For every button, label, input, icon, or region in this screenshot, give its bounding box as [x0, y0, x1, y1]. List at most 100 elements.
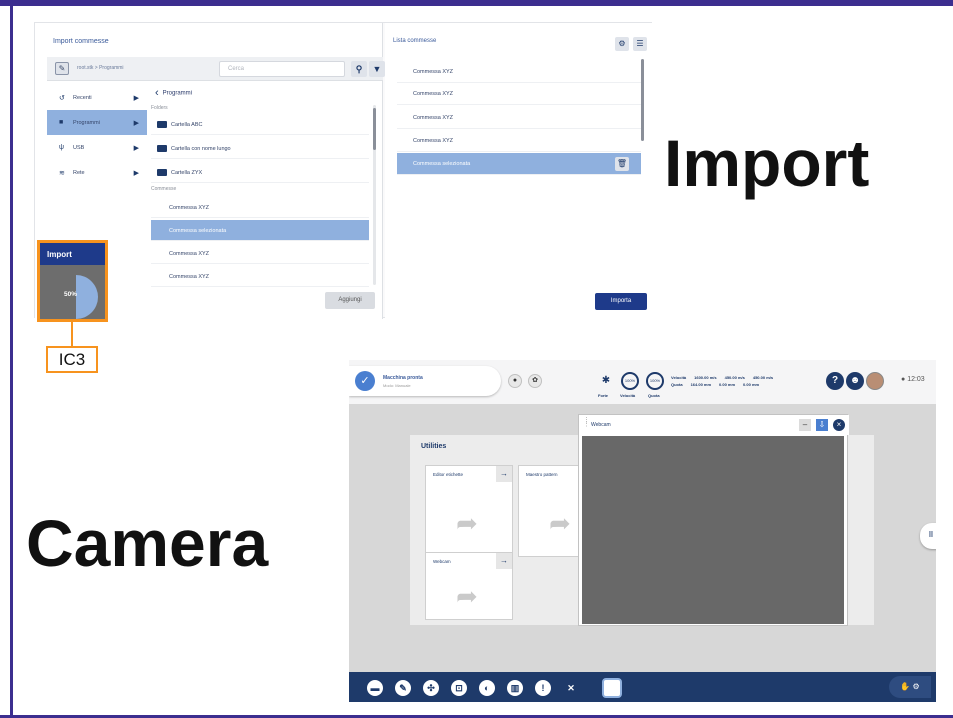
current-folder-label: Programmi [162, 90, 193, 97]
chevron-right-icon: ▶ [133, 170, 139, 177]
speed-gauge[interactable]: 100% [621, 372, 639, 390]
height-gauge[interactable]: 100% [646, 372, 664, 390]
webcam-header[interactable]: ⋮ ⋮ Webcam – ⇩ × [579, 415, 849, 435]
fan-icon[interactable]: ✱ [597, 372, 615, 390]
alert-icon[interactable]: ! [535, 680, 551, 696]
bottom-toolbar: ▬ ✎ ✣ ⊡ ◐ ▥ ! ✕ ✋ ⚙ [349, 672, 936, 702]
import-button[interactable]: Importa [595, 293, 647, 310]
webcam-feed [582, 436, 844, 624]
tile-label: Editor etichette [433, 472, 464, 477]
breadcrumb[interactable]: root.stk > Programmi [77, 65, 124, 71]
job-list-scrollbar[interactable] [641, 59, 644, 141]
nav-item-recenti[interactable]: ↺ Recenti ▶ [47, 85, 147, 110]
stat-label: Quota [671, 382, 683, 387]
source-nav: ↺ Recenti ▶ ■ Programmi ▶ ψ USB ▶ ≋ Rete… [47, 85, 147, 185]
drag-handle-icon[interactable]: ⋮ ⋮ [583, 417, 590, 428]
folder-list-scrollbar[interactable] [373, 108, 376, 150]
devices-icon[interactable]: ⊡ [451, 680, 467, 696]
stat-value: 164.00 mm [690, 382, 712, 387]
edit-icon[interactable]: ✎ [395, 680, 411, 696]
wrench-icon[interactable]: ✕ [563, 680, 579, 696]
search-icon[interactable]: ⚲ [351, 61, 367, 77]
import-screenshot: Import commesse ✎ root.stk > Programmi C… [34, 22, 653, 319]
list-item[interactable]: Commessa XYZ [397, 61, 641, 83]
arrow-right-icon[interactable]: → [496, 466, 512, 482]
folder-icon [157, 121, 167, 128]
chevron-right-icon: ▶ [133, 120, 139, 127]
job-row[interactable]: Commessa XYZ [151, 266, 369, 287]
folder-icon [157, 169, 167, 176]
stat-value: 1600.00 m/s [694, 375, 717, 380]
tile-webcam[interactable]: Webcam → ➦ [425, 552, 513, 620]
history-icon: ↺ [59, 95, 65, 102]
folder-label: Cartella ZYX [171, 170, 203, 176]
folder-icon [157, 145, 167, 152]
add-button[interactable]: Aggiungi [325, 292, 375, 309]
folder-row[interactable]: Cartella ZYX [151, 163, 369, 183]
callout-connector [71, 322, 73, 346]
palette-icon[interactable]: ✿ [528, 374, 542, 388]
tile-label: Maestro pattern [526, 472, 558, 477]
list-item[interactable]: Commessa XYZ [397, 130, 641, 152]
popup-title: Import [40, 243, 105, 265]
side-menu-button[interactable]: ⠿ [920, 523, 936, 549]
nav-item-usb[interactable]: ψ USB ▶ [47, 135, 147, 160]
machine-status[interactable]: ✓ Macchina pronta Modo: Manuale [349, 366, 501, 396]
operator-icon[interactable]: ☻ [846, 372, 864, 390]
list-item-selected[interactable]: Commessa selezionata [397, 153, 641, 175]
gauge-label: Velocità [620, 393, 636, 398]
back-button[interactable]: ‹ Programmi [155, 87, 192, 99]
gesture-settings-icon[interactable]: ✋ ⚙ [889, 676, 931, 698]
stat-value: 450.00 m/s [724, 375, 745, 380]
camera-screenshot: ✓ Macchina pronta Modo: Manuale ● ✿ ✱ Fo… [349, 360, 936, 702]
folder-row[interactable]: Cartella con nome lungo [151, 139, 369, 159]
nav-item-label: Recenti [73, 95, 92, 101]
list-settings-icon[interactable]: ☰ [633, 37, 647, 51]
stat-label: Velocità [671, 375, 687, 380]
job-row[interactable]: Commessa XYZ [151, 197, 369, 218]
help-icon[interactable]: ? [826, 372, 844, 390]
progress-label: 50% [64, 291, 78, 298]
pin-icon[interactable]: ⇩ [816, 419, 828, 431]
nav-item-label: Rete [73, 170, 85, 176]
status-subtext: Modo: Manuale [383, 383, 411, 388]
clock: ● 12:03 [901, 376, 925, 383]
chevron-right-icon: ▶ [133, 145, 139, 152]
gear-icon[interactable]: ⚙ [615, 37, 629, 51]
avatar[interactable] [866, 372, 884, 390]
chevron-right-icon: ▶ [133, 95, 139, 102]
minimize-icon[interactable]: – [799, 419, 811, 431]
usb-icon: ψ [59, 144, 64, 151]
color-ball-icon[interactable]: ● [508, 374, 522, 388]
callout-label: IC3 [46, 346, 98, 373]
utilities-tab-active[interactable] [602, 678, 622, 698]
filter-icon[interactable]: ▼ [369, 61, 385, 77]
stat-value: 0.00 mm [719, 382, 736, 387]
trash-icon[interactable]: 🗑 [615, 157, 629, 171]
import-toolbar: ✎ root.stk > Programmi Cerca ⚲ ▼ [47, 57, 385, 81]
chevron-left-icon: ‹ [155, 87, 159, 99]
tile-editor-etichette[interactable]: Editor etichette → ➦ [425, 465, 513, 557]
chart-icon[interactable]: ▥ [507, 680, 523, 696]
job-row-selected[interactable]: Commessa selezionata [151, 220, 369, 241]
job-row[interactable]: Commessa XYZ [151, 243, 369, 264]
network-icon[interactable]: ✣ [423, 680, 439, 696]
top-bar: ✓ Macchina pronta Modo: Manuale ● ✿ ✱ Fo… [349, 360, 936, 404]
arrow-right-icon[interactable]: → [496, 553, 512, 569]
clock-icon: ● [901, 376, 906, 383]
folder-icon[interactable]: ▬ [367, 680, 383, 696]
list-item[interactable]: Commessa XYZ [397, 83, 641, 105]
search-input[interactable]: Cerca [219, 61, 345, 77]
job-list-panel: Lista commesse ⚙ ☰ Commessa XYZ Commessa… [385, 23, 653, 319]
folder-label: Cartella con nome lungo [171, 146, 231, 152]
share-arrow-icon: ➦ [549, 508, 571, 538]
import-heading: Import [664, 126, 870, 200]
nav-item-programmi[interactable]: ■ Programmi ▶ [47, 110, 147, 135]
nav-item-rete[interactable]: ≋ Rete ▶ [47, 160, 147, 185]
toggle-icon[interactable]: ◐ [479, 680, 495, 696]
folder-row[interactable]: Cartella ABC [151, 115, 369, 135]
edit-icon[interactable]: ✎ [55, 62, 69, 75]
close-icon[interactable]: × [833, 419, 845, 431]
jobs-header: Commesse [151, 186, 177, 192]
list-item[interactable]: Commessa XYZ [397, 107, 641, 129]
